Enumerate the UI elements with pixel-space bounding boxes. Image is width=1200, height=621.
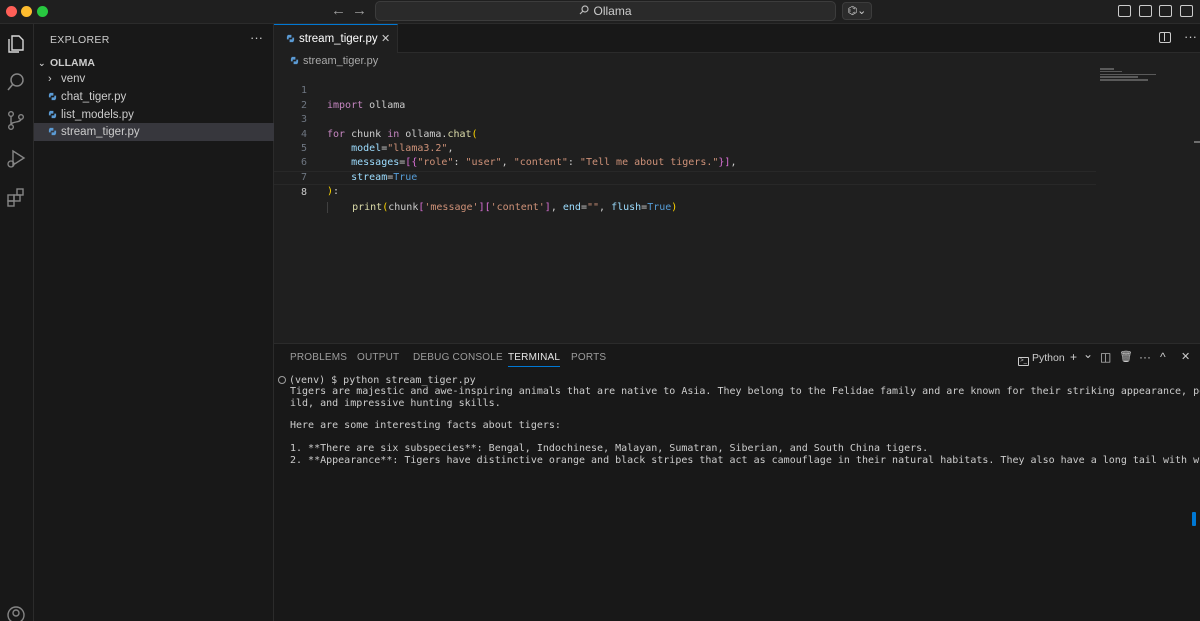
terminal-profile-label: Python [1032, 352, 1065, 364]
back-arrow-icon[interactable]: ← [331, 2, 346, 19]
code-line-6: 6 stream=True [274, 142, 1096, 182]
bottom-panel: PROBLEMS OUTPUT DEBUG CONSOLE TERMINAL P… [274, 343, 1200, 621]
tab-problems[interactable]: PROBLEMS [290, 352, 347, 363]
toggle-panel-icon[interactable] [1159, 5, 1172, 17]
breadcrumb[interactable]: stream_tiger.py [290, 55, 378, 67]
explorer-more-icon[interactable]: ··· [250, 30, 263, 45]
split-terminal-icon[interactable]: ◫ [1100, 350, 1111, 364]
close-window-button[interactable] [6, 6, 17, 17]
extensions-icon[interactable] [5, 186, 27, 208]
tab-debug-console[interactable]: DEBUG CONSOLE [413, 352, 503, 363]
code-token: True [647, 201, 672, 213]
terminal-profile[interactable]: >_ Python [1018, 352, 1065, 366]
search-icon [579, 2, 590, 20]
code-token: flush [611, 201, 642, 213]
line-number: 8 [300, 187, 307, 199]
run-debug-icon[interactable] [5, 147, 27, 169]
code-line-1: 1 import ollama [274, 70, 1096, 110]
code-editor[interactable]: stream_tiger.py 1 import ollama 2 3 for … [274, 53, 1200, 343]
chevron-right-icon: › [48, 73, 52, 85]
code-token: ) [671, 201, 678, 213]
command-center-search[interactable]: Ollama [375, 1, 836, 21]
editor-tab-bar: stream_tiger.py ✕ ··· [274, 24, 1200, 53]
account-icon[interactable] [5, 604, 27, 621]
terminal-output[interactable]: (venv) $ python stream_tiger.py Tigers a… [278, 375, 1200, 467]
split-editor-icon[interactable] [1159, 32, 1171, 43]
explorer-title: EXPLORER [50, 34, 110, 46]
tab-terminal[interactable]: TERMINAL [508, 352, 561, 367]
tree-item-stream-tiger[interactable]: stream_tiger.py [34, 123, 274, 141]
terminal-line: (venv) $ python stream_tiger.py [278, 375, 1190, 386]
python-file-icon [286, 34, 295, 43]
forward-arrow-icon[interactable]: → [352, 2, 367, 19]
python-file-icon [48, 127, 57, 136]
breadcrumb-file: stream_tiger.py [303, 55, 379, 67]
editor-more-icon[interactable]: ··· [1184, 29, 1197, 44]
code-line-8: 8 print(chunk['message']['content'], end… [274, 170, 1096, 213]
code-line-4: 4 model="llama3.2", [274, 113, 1096, 154]
code-token: 'content' [490, 201, 545, 213]
python-file-icon [48, 110, 57, 119]
tab-stream-tiger[interactable]: stream_tiger.py ✕ [274, 24, 398, 53]
panel-more-icon[interactable]: ··· [1139, 350, 1151, 364]
code-token: end [562, 201, 581, 213]
code-token: , [599, 201, 612, 213]
explorer-icon[interactable] [5, 33, 27, 55]
close-tab-icon[interactable]: ✕ [381, 25, 390, 53]
code-line-5: 5 messages=[{"role": "user", "content": … [274, 128, 1096, 168]
activity-bar [0, 24, 34, 621]
tab-ports[interactable]: PORTS [571, 352, 606, 363]
command-status-icon [278, 376, 286, 384]
code-line-3: 3 for chunk in ollama.chat( [274, 99, 1096, 139]
code-line-7: 7 ): [274, 156, 1096, 197]
terminal-line: 1. **There are six subspecies**: Bengal,… [290, 442, 929, 454]
tab-label: stream_tiger.py [299, 33, 378, 45]
source-control-icon[interactable] [5, 109, 27, 131]
minimap[interactable] [1100, 68, 1170, 88]
toggle-primary-sidebar-icon[interactable] [1139, 5, 1152, 17]
trash-icon[interactable]: 🗑 [1119, 350, 1133, 363]
code-token: "" [586, 201, 600, 213]
workspace-folder-label: OLLAMA [50, 57, 95, 69]
minimize-window-button[interactable] [21, 6, 32, 17]
code-token: chunk [388, 201, 419, 213]
copilot-icon[interactable]: ⌬⌄ [842, 2, 872, 20]
tree-item-list-models[interactable]: list_models.py [34, 106, 274, 124]
python-file-icon [290, 56, 299, 65]
terminal-line: Tigers are majestic and awe-inspiring an… [290, 386, 1200, 398]
terminal-line: Here are some interesting facts about ti… [290, 420, 561, 432]
code-token: print [352, 201, 383, 213]
tab-output[interactable]: OUTPUT [357, 352, 399, 363]
tree-item-label: chat_tiger.py [61, 91, 127, 103]
search-icon[interactable] [5, 71, 27, 93]
code-token: ][ [478, 201, 491, 213]
code-line-2: 2 [274, 84, 1096, 111]
terminal-line: ild, and impressive hunting skills. [290, 397, 501, 409]
toggle-secondary-sidebar-icon[interactable] [1180, 5, 1193, 17]
chevron-down-icon[interactable]: ⌄ [1083, 347, 1093, 361]
terminal-icon: >_ [1018, 357, 1029, 366]
new-terminal-icon[interactable]: + [1070, 350, 1077, 364]
search-text: Ollama [593, 4, 632, 18]
maximize-window-button[interactable] [37, 6, 48, 17]
tree-item-chat-tiger[interactable]: chat_tiger.py [34, 88, 274, 106]
editor-scrollbar[interactable] [1194, 141, 1200, 143]
tree-item-venv[interactable]: › venv [34, 70, 274, 88]
close-panel-icon[interactable]: ✕ [1181, 350, 1190, 363]
tree-item-label: list_models.py [61, 109, 134, 121]
terminal-line: 2. **Appearance**: Tigers have distincti… [290, 455, 1200, 467]
customize-layout-icon[interactable] [1118, 5, 1131, 17]
python-file-icon [48, 92, 57, 101]
explorer-sidebar: EXPLORER ··· ⌄ OLLAMA › venv chat_tiger.py… [34, 24, 274, 621]
maximize-panel-icon[interactable]: ^ [1160, 350, 1166, 364]
tree-item-label: venv [61, 73, 86, 85]
title-bar: ← → Ollama ⌬⌄ [0, 0, 1200, 24]
terminal-scrollbar[interactable] [1192, 512, 1196, 526]
code-token: , [550, 201, 563, 213]
code-token: : [333, 186, 340, 198]
tree-item-label: stream_tiger.py [61, 126, 140, 138]
code-token: 'message' [424, 201, 479, 213]
